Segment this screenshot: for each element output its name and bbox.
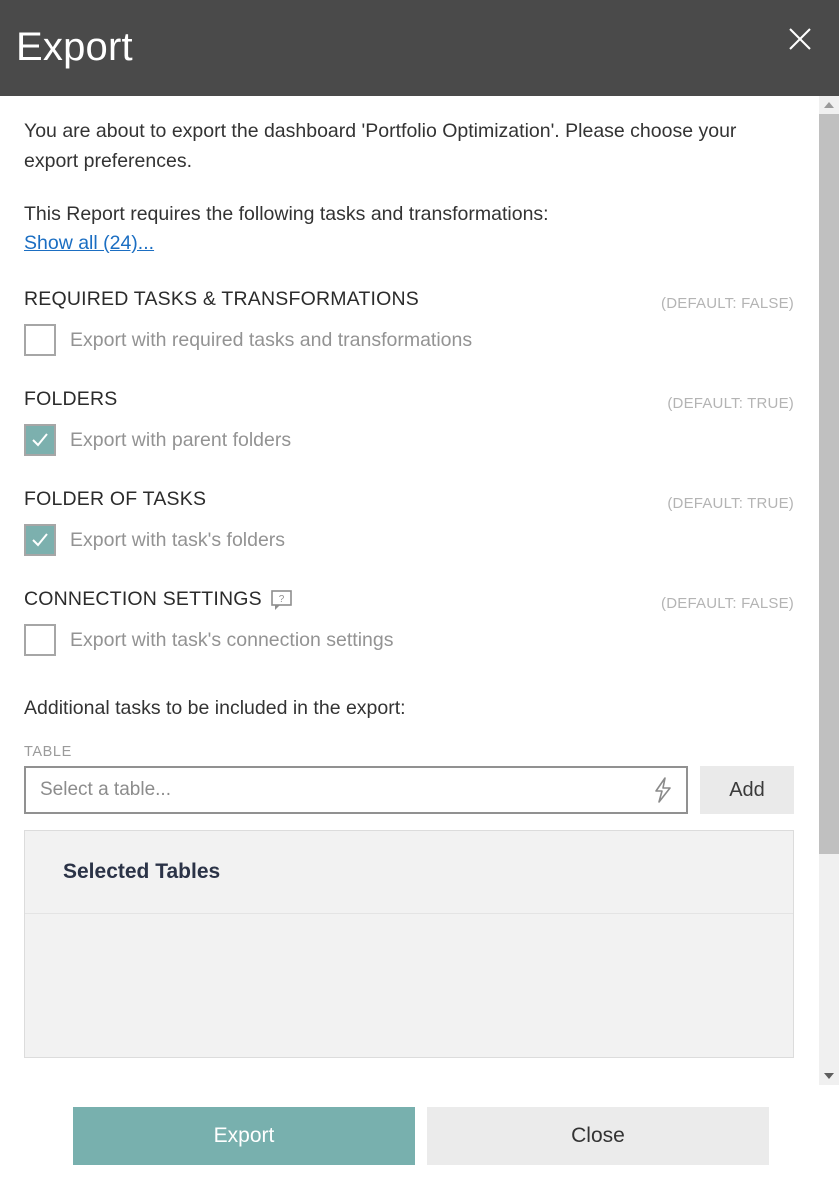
option-label: Export with required tasks and transform… xyxy=(70,329,473,351)
selected-tables-title: Selected Tables xyxy=(63,860,221,883)
dialog-titlebar: Export xyxy=(0,0,839,96)
dialog-footer: Export Close xyxy=(0,1085,839,1187)
export-button[interactable]: Export xyxy=(73,1107,415,1165)
section-required-tasks: REQUIRED TASKS & TRANSFORMATIONS (DEFAUL… xyxy=(24,286,794,356)
table-field-label: TABLE xyxy=(24,744,72,760)
selected-tables-list xyxy=(25,914,793,1057)
section-default-tag: (DEFAULT: TRUE) xyxy=(667,495,794,512)
section-title: CONNECTION SETTINGS xyxy=(24,587,262,610)
selected-tables-panel: Selected Tables xyxy=(24,830,794,1058)
section-title: FOLDERS xyxy=(24,387,118,410)
table-select-placeholder: Select a table... xyxy=(40,779,171,800)
section-title: REQUIRED TASKS & TRANSFORMATIONS xyxy=(24,287,420,310)
table-select-input[interactable]: Select a table... xyxy=(24,766,688,814)
add-button[interactable]: Add xyxy=(700,766,794,814)
section-header: CONNECTION SETTINGS ? (DEFAULT: FALSE) xyxy=(24,586,794,613)
section-title: FOLDER OF TASKS xyxy=(24,487,207,510)
help-tooltip-icon[interactable]: ? xyxy=(271,590,293,612)
table-field-row: Select a table... Add xyxy=(24,766,794,814)
option-label: Export with parent folders xyxy=(70,429,292,451)
checkbox-connection-settings[interactable] xyxy=(24,624,56,656)
option-label: Export with task's connection settings xyxy=(70,629,394,651)
section-default-tag: (DEFAULT: TRUE) xyxy=(667,395,794,412)
scrollbar-thumb[interactable] xyxy=(819,114,839,854)
section-header: REQUIRED TASKS & TRANSFORMATIONS (DEFAUL… xyxy=(24,286,794,313)
option-row-required-tasks[interactable]: Export with required tasks and transform… xyxy=(24,324,794,356)
lightning-bolt-icon[interactable] xyxy=(652,777,674,803)
show-all-link[interactable]: Show all (24)... xyxy=(24,230,154,256)
svg-text:?: ? xyxy=(279,594,285,605)
chevron-down-icon[interactable] xyxy=(819,1067,839,1085)
export-dialog: Export You are about to export the dashb… xyxy=(0,0,839,1187)
close-button[interactable]: Close xyxy=(427,1107,769,1165)
intro-paragraph: You are about to export the dashboard 'P… xyxy=(24,120,737,172)
section-default-tag: (DEFAULT: FALSE) xyxy=(661,595,794,612)
option-row-parent-folders[interactable]: Export with parent folders xyxy=(24,424,794,456)
dialog-body: You are about to export the dashboard 'P… xyxy=(0,96,839,1085)
section-folders: FOLDERS (DEFAULT: TRUE) Export with pare… xyxy=(24,386,794,456)
option-row-task-folders[interactable]: Export with task's folders xyxy=(24,524,794,556)
section-header: FOLDERS (DEFAULT: TRUE) xyxy=(24,386,794,413)
requires-line: This Report requires the following tasks… xyxy=(24,203,549,225)
chevron-up-icon[interactable] xyxy=(819,96,839,114)
section-default-tag: (DEFAULT: FALSE) xyxy=(661,295,794,312)
selected-tables-header: Selected Tables xyxy=(25,831,793,914)
section-connection-settings: CONNECTION SETTINGS ? (DEFAULT: FALSE) E… xyxy=(24,586,794,656)
checkbox-parent-folders[interactable] xyxy=(24,424,56,456)
additional-tasks-heading: Additional tasks to be included in the e… xyxy=(24,697,406,719)
option-row-connection-settings[interactable]: Export with task's connection settings xyxy=(24,624,794,656)
section-folder-of-tasks: FOLDER OF TASKS (DEFAULT: TRUE) Export w… xyxy=(24,486,794,556)
checkbox-task-folders[interactable] xyxy=(24,524,56,556)
close-icon[interactable] xyxy=(783,22,817,56)
vertical-scrollbar[interactable] xyxy=(818,96,839,1085)
section-header: FOLDER OF TASKS (DEFAULT: TRUE) xyxy=(24,486,794,513)
dialog-title: Export xyxy=(16,25,133,69)
option-label: Export with task's folders xyxy=(70,529,286,551)
checkbox-required-tasks[interactable] xyxy=(24,324,56,356)
scroll-content: You are about to export the dashboard 'P… xyxy=(0,96,818,1085)
